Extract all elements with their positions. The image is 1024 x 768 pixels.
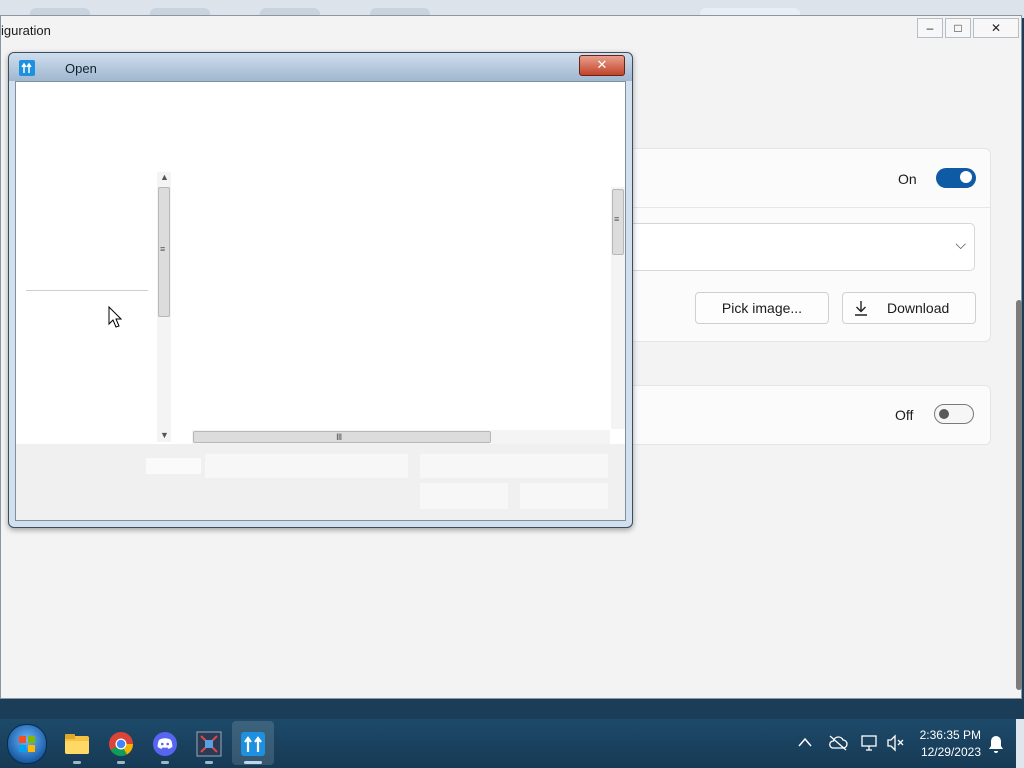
mouse-cursor-icon [108,306,122,328]
toggle-on-label: On [898,171,917,187]
filename-label-placeholder [146,458,201,474]
feature-toggle-off[interactable] [934,404,974,424]
volume-muted-icon[interactable] [886,734,906,752]
chevron-down-icon: ⌵ [955,236,966,252]
settings-card-secondary: Off [601,385,991,445]
upload-app-icon[interactable] [240,731,266,757]
download-button[interactable]: Download [842,292,976,324]
cancel-button[interactable] [520,483,608,509]
notification-bell-icon[interactable] [988,735,1004,753]
running-indicator [73,761,81,764]
download-label: Download [887,300,950,316]
scroll-thumb[interactable]: ≡ [158,187,170,317]
maximize-button[interactable]: □ [945,18,971,38]
open-dialog: Open ✕ ▲ ≡ ▼ ≡ Ⅲ [8,52,633,528]
app-icon [19,60,35,76]
windows-logo-icon [19,736,35,752]
taskbar: 2:36:35 PM 12/29/2023 [0,719,1024,768]
filename-field[interactable] [205,454,408,478]
show-desktop-button[interactable] [1016,719,1024,768]
open-dialog-titlebar[interactable]: Open ✕ [9,53,632,81]
dialog-body: ▲ ≡ ▼ ≡ Ⅲ [15,81,626,521]
download-icon [855,301,867,316]
start-button[interactable] [7,724,47,764]
running-indicator [117,761,125,764]
scroll-down-arrow[interactable]: ▼ [160,430,169,440]
card-divider [602,207,990,208]
network-icon[interactable] [860,734,880,752]
clock-time[interactable]: 2:36:35 PM [920,728,981,742]
chevron-up-icon[interactable] [798,737,812,747]
open-button[interactable] [420,483,508,509]
settings-card-image: On ⌵ Pick image... Download [601,148,991,342]
discord-icon[interactable] [152,731,178,757]
toggle-knob [939,409,949,419]
chrome-icon[interactable] [108,731,134,757]
scroll-up-arrow[interactable]: ▲ [160,172,169,182]
dialog-title: Open [65,61,97,76]
nav-pane-scrollbar[interactable]: ▲ ≡ ▼ [157,172,171,442]
dialog-content-area [16,82,625,444]
scroll-grip-icon: ≡ [614,214,620,224]
running-indicator [161,761,169,764]
settings-titlebar: iguration – □ ✕ [1,16,1021,46]
dialog-close-button[interactable]: ✕ [579,55,625,76]
pick-image-button[interactable]: Pick image... [695,292,829,324]
image-dropdown[interactable]: ⌵ [602,223,975,271]
minimize-button[interactable]: – [917,18,943,38]
app-icon[interactable] [196,731,222,757]
cloud-offline-icon[interactable] [828,735,848,751]
close-button[interactable]: ✕ [973,18,1019,38]
running-indicator [205,761,213,764]
hscroll-grip-icon: Ⅲ [336,432,343,442]
file-list-vscrollbar[interactable]: ≡ [611,187,625,429]
file-type-dropdown[interactable] [420,454,608,478]
file-explorer-icon[interactable] [64,731,90,757]
toggle-off-label: Off [895,407,914,423]
settings-scrollbar[interactable] [1016,300,1022,690]
pick-image-label: Pick image... [721,300,803,316]
window-title: iguration [1,23,51,38]
scroll-grip-icon: ≡ [160,244,166,254]
toggle-knob [960,171,972,183]
hscroll-thumb[interactable]: Ⅲ [193,431,491,443]
clock-date[interactable]: 12/29/2023 [921,745,981,759]
active-indicator [244,761,262,764]
scroll-thumb[interactable]: ≡ [612,189,624,255]
feature-toggle-on[interactable] [936,168,976,188]
file-list-hscrollbar[interactable]: Ⅲ [192,430,610,444]
nav-pane-divider [26,290,148,291]
